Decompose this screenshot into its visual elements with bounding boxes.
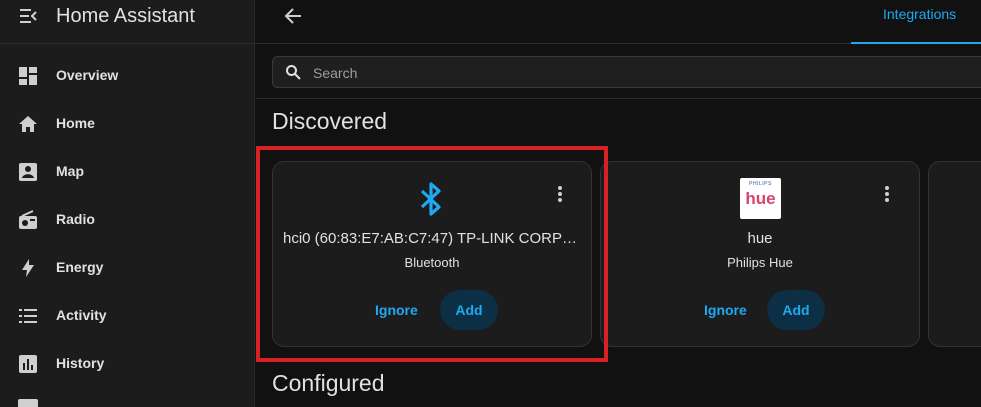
sidebar-item-label: Map xyxy=(56,163,84,179)
sidebar: Home Assistant Overview Home Map Radio E… xyxy=(0,0,255,407)
card-subtitle: Philips Hue xyxy=(727,255,793,270)
add-button[interactable]: Add xyxy=(767,290,825,330)
sidebar-item-label: Overview xyxy=(56,67,119,83)
search-bar xyxy=(272,56,981,88)
section-title-configured: Configured xyxy=(272,370,385,396)
divider xyxy=(256,98,981,99)
overview-icon xyxy=(18,66,38,86)
tab-label: Integrations xyxy=(883,6,957,22)
highlight-box xyxy=(256,146,608,362)
top-bar: Integrations xyxy=(255,0,981,44)
kebab-menu-icon[interactable] xyxy=(877,184,897,204)
home-icon xyxy=(18,114,38,134)
sidebar-header: Home Assistant xyxy=(0,0,254,44)
search-input[interactable] xyxy=(311,61,915,85)
energy-icon xyxy=(18,258,38,278)
sidebar-item-energy[interactable]: Energy xyxy=(0,244,254,292)
discovered-card-partial xyxy=(928,161,981,347)
sidebar-item-history[interactable]: History xyxy=(0,340,254,388)
section-title-discovered: Discovered xyxy=(272,108,388,134)
sidebar-item-activity[interactable]: Activity xyxy=(0,292,254,340)
next-sidebar-icon xyxy=(18,399,38,407)
search-icon xyxy=(285,64,301,80)
sidebar-item-radio[interactable]: Radio xyxy=(0,196,254,244)
map-icon xyxy=(18,162,38,182)
menu-collapse-icon[interactable] xyxy=(18,6,38,26)
sidebar-item-label: Energy xyxy=(56,259,104,275)
tab-active-indicator xyxy=(851,42,981,44)
ignore-button[interactable]: Ignore xyxy=(704,302,747,318)
discovered-card-hue: PHILIPS hue hue Philips Hue Ignore Add xyxy=(600,161,920,347)
app-title: Home Assistant xyxy=(56,5,195,27)
sidebar-item-label: Activity xyxy=(56,307,107,323)
radio-icon xyxy=(18,210,38,230)
sidebar-item-label: History xyxy=(56,355,105,371)
card-title: hue xyxy=(747,230,773,247)
sidebar-item-overview[interactable]: Overview xyxy=(0,52,254,100)
sidebar-item-home[interactable]: Home xyxy=(0,100,254,148)
back-arrow-icon[interactable] xyxy=(283,6,303,26)
history-icon xyxy=(18,354,38,374)
sidebar-item-label: Home xyxy=(56,115,95,131)
philips-hue-logo: PHILIPS hue xyxy=(740,178,781,219)
sidebar-item-label: Radio xyxy=(56,211,95,227)
activity-icon xyxy=(18,306,38,326)
sidebar-item-map[interactable]: Map xyxy=(0,148,254,196)
tab-integrations[interactable]: Integrations xyxy=(851,0,981,44)
